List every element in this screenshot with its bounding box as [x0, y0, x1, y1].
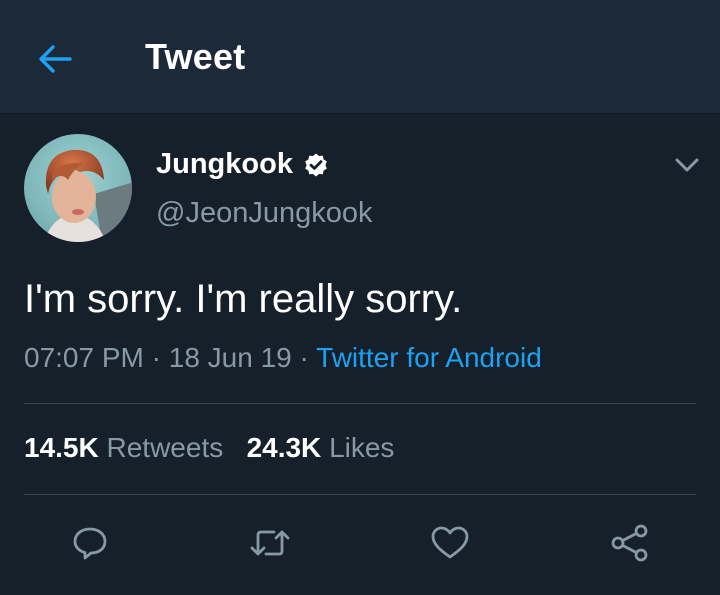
share-icon: [611, 524, 648, 562]
tweet-stats: 14.5K Retweets 24.3K Likes: [24, 432, 394, 464]
reply-button[interactable]: [68, 521, 112, 565]
likes-stat[interactable]: 24.3K Likes: [247, 432, 395, 463]
tweet-meta: 07:07 PM · 18 Jun 19 · Twitter for Andro…: [24, 342, 542, 374]
likes-label: Likes: [329, 432, 395, 463]
user-handle[interactable]: @JeonJungkook: [156, 197, 372, 230]
verified-badge-icon: [303, 152, 329, 178]
tweet-source-link[interactable]: Twitter for Android: [316, 342, 542, 373]
share-button[interactable]: [608, 521, 652, 565]
arrow-left-icon: [39, 45, 72, 73]
like-button[interactable]: [428, 521, 472, 565]
tweet-text: I'm sorry. I'm really sorry.: [24, 277, 463, 321]
tweet-date: 18 Jun 19: [168, 342, 292, 373]
divider: [24, 494, 696, 495]
like-icon: [431, 526, 469, 559]
back-button[interactable]: [34, 38, 76, 80]
retweets-count: 14.5K: [24, 432, 99, 463]
retweets-stat[interactable]: 14.5K Retweets: [24, 432, 223, 463]
meta-separator: ·: [151, 342, 161, 373]
reply-icon: [73, 527, 107, 560]
page-title: Tweet: [145, 36, 246, 77]
more-options-button[interactable]: [672, 152, 702, 178]
chevron-down-icon: [675, 158, 699, 172]
display-name[interactable]: Jungkook: [156, 148, 329, 181]
top-bar: Tweet: [0, 0, 720, 114]
display-name-text: Jungkook: [156, 148, 293, 180]
tweet-time: 07:07 PM: [24, 342, 144, 373]
meta-separator: ·: [299, 342, 309, 373]
retweet-button[interactable]: [248, 521, 292, 565]
retweets-label: Retweets: [106, 432, 224, 463]
divider: [24, 403, 696, 404]
avatar[interactable]: [24, 134, 132, 242]
likes-count: 24.3K: [246, 432, 322, 463]
retweet-icon: [250, 530, 290, 556]
